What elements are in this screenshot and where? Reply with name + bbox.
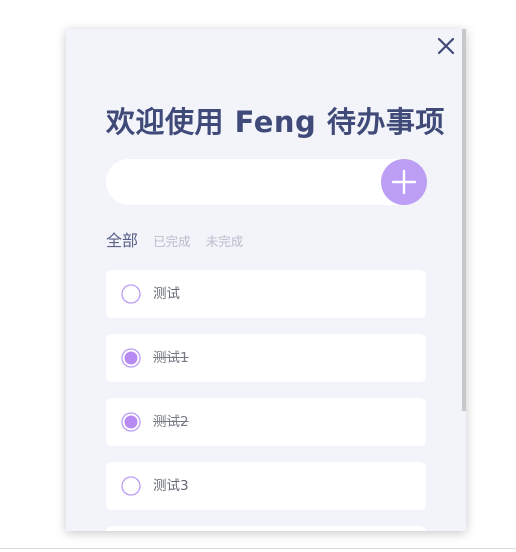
todo-text: 测试3 — [153, 478, 189, 494]
filter-tabs: 全部 已完成 未完成 — [106, 227, 253, 251]
close-button[interactable] — [435, 35, 457, 57]
add-todo-button[interactable] — [381, 159, 427, 205]
plus-icon — [391, 169, 417, 195]
filter-completed-tab[interactable]: 已完成 — [153, 231, 191, 250]
todo-item-partial[interactable] — [106, 526, 426, 531]
todo-checkbox[interactable] — [121, 348, 141, 368]
todo-text: 测试 — [153, 286, 180, 302]
radio-checked-icon — [121, 348, 141, 368]
new-todo-input[interactable] — [124, 159, 378, 207]
radio-checked-icon — [121, 412, 141, 432]
radio-unchecked-icon — [121, 476, 141, 496]
filter-all-tab[interactable]: 全部 — [106, 227, 138, 251]
todo-item[interactable]: 测试1 — [106, 334, 426, 382]
todo-app-panel: 欢迎使用 Feng 待办事项 全部 已完成 未完成 测试 测试1 测试2 测试3 — [66, 29, 466, 531]
close-icon — [437, 37, 455, 55]
scrollbar[interactable] — [462, 29, 466, 411]
todo-checkbox[interactable] — [121, 476, 141, 496]
todo-item[interactable]: 测试3 — [106, 462, 426, 510]
new-todo-form — [106, 159, 427, 207]
page: 欢迎使用 Feng 待办事项 全部 已完成 未完成 测试 测试1 测试2 测试3 — [0, 0, 516, 552]
todo-text: 测试1 — [153, 350, 189, 366]
todo-text: 测试2 — [153, 414, 189, 430]
page-title: 欢迎使用 Feng 待办事项 — [106, 105, 445, 139]
page-divider — [0, 548, 516, 549]
filter-incomplete-tab[interactable]: 未完成 — [206, 231, 244, 250]
todo-item[interactable]: 测试2 — [106, 398, 426, 446]
todo-checkbox[interactable] — [121, 412, 141, 432]
radio-unchecked-icon — [121, 284, 141, 304]
todo-checkbox[interactable] — [121, 284, 141, 304]
todo-item[interactable]: 测试 — [106, 270, 426, 318]
